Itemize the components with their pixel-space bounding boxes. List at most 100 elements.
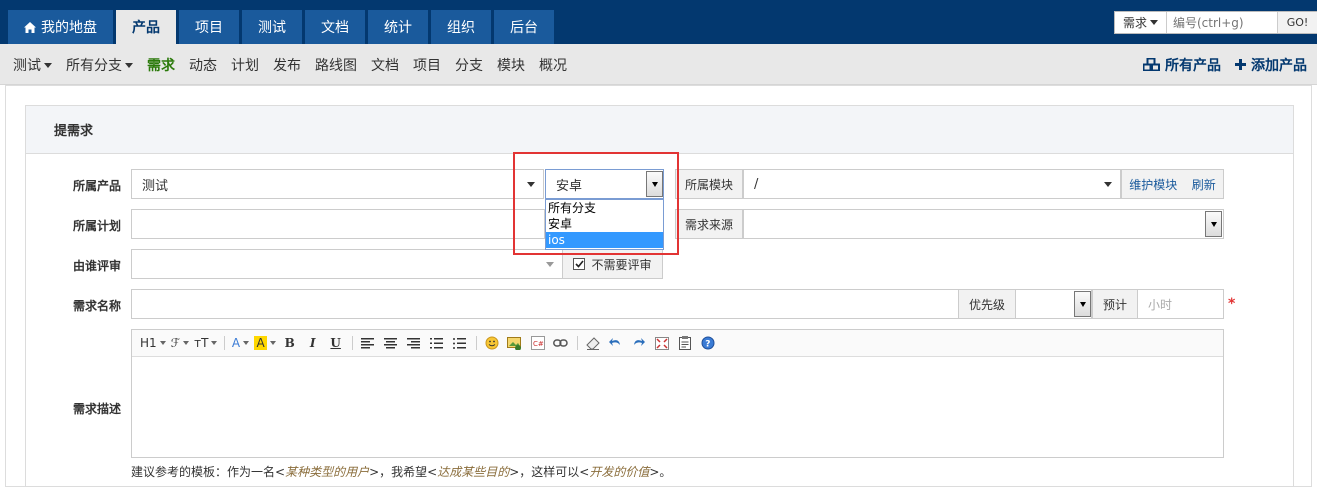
chevron-down-icon [1104, 182, 1112, 187]
product-switcher[interactable]: 测试 [13, 55, 52, 75]
product-actions: 所有产品 添加产品 [1129, 44, 1307, 85]
tab-label: 测试 [258, 20, 286, 36]
hint-value: 开发的价值 [589, 465, 650, 479]
template-icon[interactable] [676, 334, 694, 352]
code-icon[interactable]: C# [529, 334, 547, 352]
source-select-arrow[interactable] [1205, 211, 1222, 237]
emoticon-icon[interactable] [483, 334, 501, 352]
sublink-dynamic[interactable]: 动态 [189, 55, 217, 75]
sublink-story[interactable]: 需求 [147, 55, 175, 75]
redo-icon[interactable] [630, 334, 648, 352]
tab-company[interactable]: 组织 [431, 10, 491, 44]
panel-title: 提需求 [26, 106, 1293, 154]
chevron-down-icon [546, 262, 554, 267]
toolbar-divider [351, 336, 353, 350]
estimate-label: 预计 [1092, 289, 1138, 319]
sublink-project[interactable]: 项目 [413, 55, 441, 75]
search-type-label: 需求 [1122, 16, 1147, 30]
all-products-label: 所有产品 [1165, 57, 1221, 74]
plan-label: 所属计划 [72, 219, 121, 233]
ordered-list-icon[interactable] [428, 334, 446, 352]
image-icon[interactable] [506, 334, 524, 352]
tab-label: 组织 [447, 20, 475, 36]
product-select-value: 测试 [142, 178, 169, 194]
sublink-branch[interactable]: 分支 [455, 55, 483, 75]
fullscreen-icon[interactable] [653, 334, 671, 352]
source-label: 需求来源 [675, 209, 743, 239]
product-switcher-label: 测试 [13, 57, 41, 74]
rich-text-editor[interactable]: H1 ℱ тT A A B I U C# ? [131, 329, 1224, 458]
template-hint: 建议参考的模板：作为一名<某种类型的用户>，我希望<达成某些目的>，这样可以<开… [131, 463, 671, 480]
module-label: 所属模块 [675, 169, 743, 199]
underline-button[interactable]: U [327, 334, 345, 352]
source-select[interactable] [743, 209, 1224, 239]
help-icon[interactable]: ? [699, 334, 717, 352]
search-go-button[interactable]: GO! [1277, 12, 1317, 33]
sublink-view[interactable]: 概况 [539, 55, 567, 75]
home-icon [24, 21, 36, 33]
chevron-down-icon [1150, 20, 1158, 25]
heading-label: H1 [140, 336, 157, 350]
check-icon [575, 260, 584, 268]
main-nav-tabs: 我的地盘 产品 项目 测试 文档 统计 组织 后台 [0, 10, 554, 44]
search-input[interactable] [1167, 12, 1277, 33]
sublink-roadmap[interactable]: 路线图 [315, 55, 357, 75]
font-family-button[interactable]: ℱ [170, 334, 190, 352]
product-menu: 测试 所有分支 需求 动态 计划 发布 路线图 文档 项目 分支 模块 概况 [13, 44, 581, 85]
tab-product[interactable]: 产品 [116, 10, 176, 44]
sublink-release[interactable]: 发布 [273, 55, 301, 75]
estimate-input[interactable]: 小时 [1137, 289, 1224, 319]
italic-button[interactable]: I [304, 334, 322, 352]
tab-label: 我的地盘 [41, 20, 97, 36]
align-right-icon[interactable] [405, 334, 423, 352]
priority-label: 优先级 [958, 289, 1016, 319]
tab-label: 项目 [195, 20, 223, 36]
tab-admin[interactable]: 后台 [494, 10, 554, 44]
plus-icon [1235, 59, 1246, 70]
chevron-down-icon [183, 341, 190, 345]
unordered-list-icon[interactable] [451, 334, 469, 352]
all-products-link[interactable]: 所有产品 [1143, 55, 1221, 75]
undo-icon[interactable] [607, 334, 625, 352]
plan-select[interactable] [131, 209, 545, 239]
no-review-checkbox[interactable] [573, 258, 586, 270]
tab-test[interactable]: 测试 [242, 10, 302, 44]
search-type-select[interactable]: 需求 [1115, 12, 1167, 33]
tab-label: 统计 [384, 20, 412, 36]
sublink-module[interactable]: 模块 [497, 55, 525, 75]
product-select[interactable]: 测试 [131, 169, 544, 199]
hint-suffix: >。 [649, 465, 672, 479]
sub-navbar: 测试 所有分支 需求 动态 计划 发布 路线图 文档 项目 分支 模块 概况 所… [0, 44, 1317, 85]
maintain-module-link[interactable]: 维护模块 [1129, 176, 1177, 193]
name-label: 需求名称 [72, 299, 121, 313]
estimate-placeholder: 小时 [1148, 297, 1173, 312]
align-center-icon[interactable] [382, 334, 400, 352]
no-review-label: 不需要评审 [591, 257, 652, 272]
tab-my-dashboard[interactable]: 我的地盘 [8, 10, 113, 44]
story-name-input[interactable] [131, 289, 959, 319]
tab-doc[interactable]: 文档 [305, 10, 365, 44]
font-family-label: ℱ [170, 336, 181, 350]
branch-switcher[interactable]: 所有分支 [66, 55, 133, 75]
sublink-doc[interactable]: 文档 [371, 55, 399, 75]
toolbar-divider [475, 336, 477, 350]
tab-report[interactable]: 统计 [368, 10, 428, 44]
sublink-plan[interactable]: 计划 [231, 55, 259, 75]
bold-button[interactable]: B [281, 334, 299, 352]
add-product-link[interactable]: 添加产品 [1235, 55, 1307, 75]
product-label: 所属产品 [72, 179, 121, 193]
top-navbar: 我的地盘 产品 项目 测试 文档 统计 组织 后台 需求 GO! [0, 0, 1317, 44]
reviewer-select[interactable] [131, 249, 563, 279]
priority-select-arrow[interactable] [1074, 291, 1091, 317]
tab-project[interactable]: 项目 [179, 10, 239, 44]
font-color-button[interactable]: A [231, 334, 250, 352]
refresh-link[interactable]: 刷新 [1192, 176, 1216, 193]
align-left-icon[interactable] [359, 334, 377, 352]
heading-button[interactable]: H1 [140, 334, 166, 352]
highlight-button[interactable]: A [254, 334, 276, 352]
chevron-down-icon [243, 341, 250, 345]
link-icon[interactable] [552, 334, 570, 352]
eraser-icon[interactable] [584, 334, 602, 352]
module-select[interactable]: / [743, 169, 1121, 199]
font-size-button[interactable]: тT [194, 334, 218, 352]
